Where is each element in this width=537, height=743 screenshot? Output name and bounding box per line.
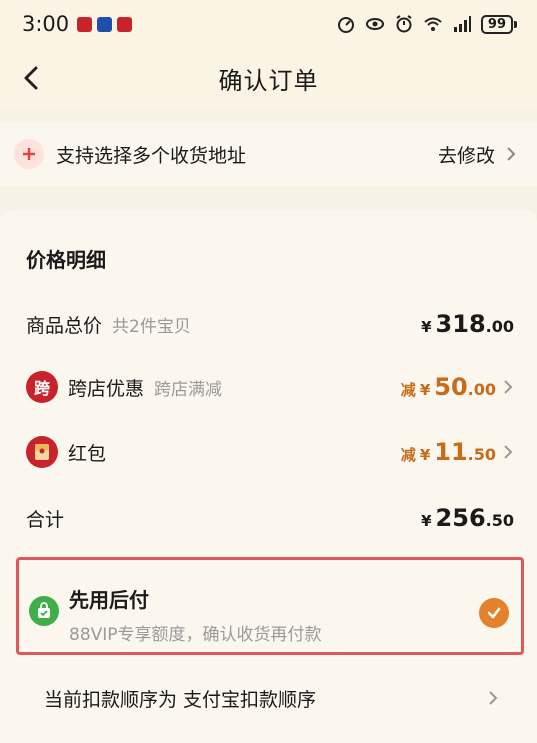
chevron-left-icon[interactable] [16,62,48,94]
signal-icon [453,16,471,32]
status-app-icons [77,16,133,32]
status-indicators: 99 [336,14,518,34]
page-title: 确认订单 [218,66,319,95]
total-label: 合计 [26,508,65,531]
amount-integer: 318 [435,310,486,338]
goods-count: 共2件宝贝 [112,316,191,337]
chevron-right-icon [489,691,498,705]
goods-total-label: 商品总价 [26,314,103,337]
pay-later-subtitle: 88VIP专享额度，确认收货再付款 [69,625,322,645]
check-icon[interactable] [479,598,509,628]
payment-order-row[interactable]: 当前扣款顺序为 支付宝扣款顺序 [0,676,537,720]
amount-decimal: .00 [485,317,514,336]
status-bar: 3:00 99 [0,0,537,48]
cross-store-amount: 减 ¥ 50 .00 [401,373,514,401]
status-time: 3:00 [22,12,70,36]
goods-total-row: 商品总价 共2件宝贝 ¥ 318 .00 [26,304,514,344]
price-detail-title: 价格明细 [26,248,106,272]
alarm-icon [396,15,412,33]
speed-icon [337,17,354,33]
cross-store-icon-char: 跨 [33,379,50,398]
amount-integer: 256 [435,504,486,532]
cross-store-sub: 跨店满减 [154,379,223,400]
total-amount: ¥ 256 .50 [421,504,514,532]
app-notification-icon [97,16,113,32]
goods-total-amount: ¥ 318 .00 [421,310,514,338]
chevron-right-icon [504,380,513,394]
red-packet-icon [26,436,58,468]
amount-integer: 11 [434,438,468,466]
cross-store-icon: 跨 [26,371,58,403]
total-row: 合计 ¥ 256 .50 [26,498,514,538]
discount-prefix: 减 [400,381,416,399]
app-notification-icon [77,16,93,32]
wifi-icon [424,17,442,31]
currency-symbol: ¥ [421,318,432,336]
red-packet-row[interactable]: 红包 减 ¥ 11 .50 [26,432,514,472]
app-notification-icon [117,16,133,32]
pay-later-option[interactable]: 先用后付 88VIP专享额度，确认收货再付款 [16,557,524,655]
multi-address-label: 支持选择多个收货地址 [56,144,247,167]
edit-address-link[interactable]: 去修改 [438,141,517,168]
discount-prefix: 减 [400,446,416,464]
chevron-right-icon [507,147,516,161]
amount-integer: 50 [434,373,468,401]
amount-decimal: .50 [467,445,496,464]
amount-decimal: .00 [467,380,496,399]
red-packet-amount: 减 ¥ 11 .50 [401,438,514,466]
currency-symbol: ¥ [419,381,431,399]
red-packet-label: 红包 [68,442,107,465]
multi-address-row[interactable]: 支持选择多个收货地址 去修改 [0,122,537,186]
shopping-bag-icon [29,596,59,626]
eye-icon [365,18,384,30]
edit-address-label: 去修改 [437,144,495,167]
pay-later-title: 先用后付 [69,588,149,612]
chevron-right-icon [504,445,513,459]
price-detail-card: 价格明细 商品总价 共2件宝贝 ¥ 318 .00 跨 跨店优惠 跨店满减 减 … [0,210,537,743]
cross-store-discount-row[interactable]: 跨 跨店优惠 跨店满减 减 ¥ 50 .00 [26,367,514,407]
payment-order-label: 当前扣款顺序为 支付宝扣款顺序 [44,688,317,711]
cross-store-label: 跨店优惠 [68,377,145,400]
amount-decimal: .50 [485,511,514,530]
currency-symbol: ¥ [421,512,432,530]
currency-symbol: ¥ [419,446,431,464]
nav-bar: 确认订单 [0,48,537,108]
battery-icon: 99 [480,14,518,34]
plus-icon [14,139,44,169]
